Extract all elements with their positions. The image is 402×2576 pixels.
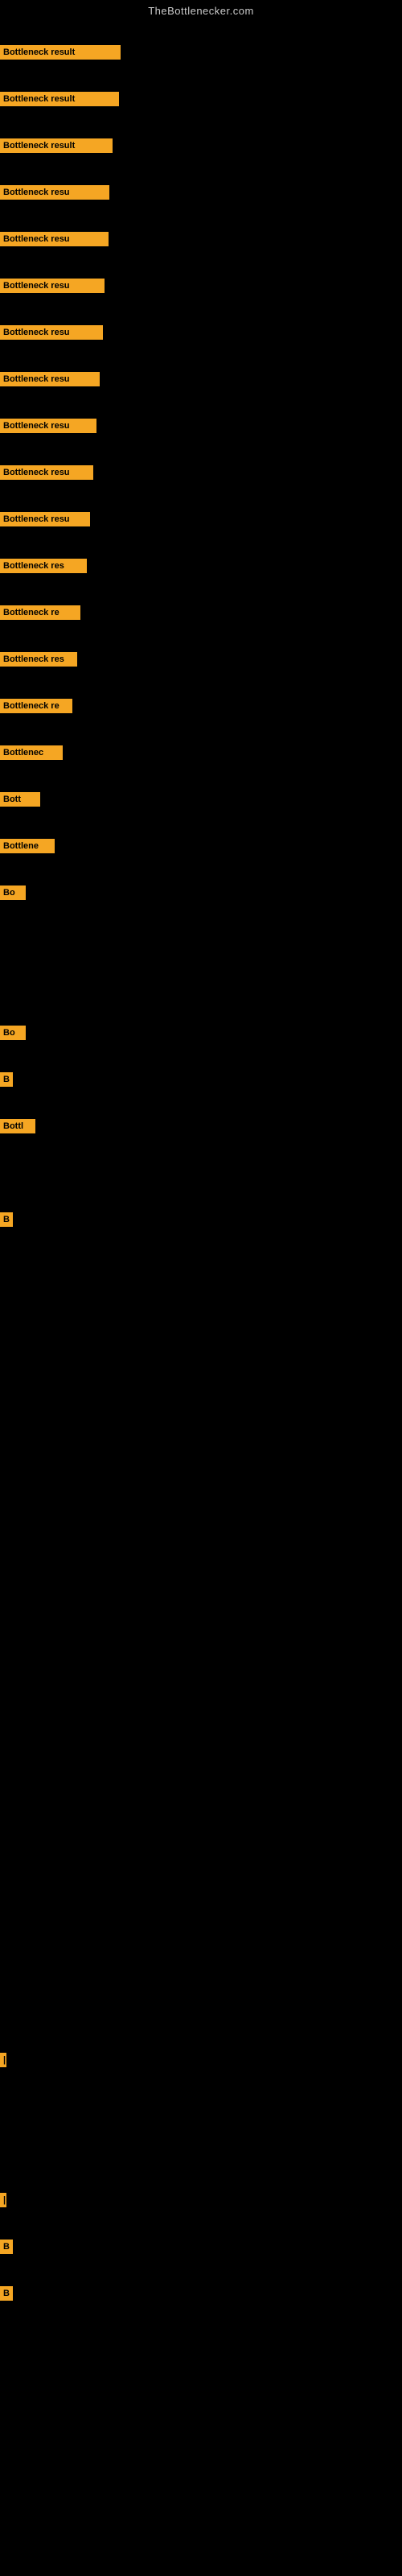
bottleneck-bar-label: Bottl [0, 1119, 35, 1133]
bottleneck-bar-label: Bottleneck resu [0, 419, 96, 433]
bottleneck-bar-label: Bottleneck res [0, 652, 77, 667]
bar-row: B [0, 1072, 13, 1087]
bar-row: Bottleneck resu [0, 232, 109, 246]
bar-row: | [0, 2053, 6, 2067]
bottleneck-bar-label: B [0, 1072, 13, 1087]
bar-row: Bottleneck result [0, 92, 119, 106]
bottleneck-bar-label: Bottleneck res [0, 559, 87, 573]
site-title: TheBottlenecker.com [0, 0, 402, 20]
bar-row: | [0, 2193, 6, 2207]
bar-row: Bottlenec [0, 745, 63, 760]
bar-row: B [0, 1212, 13, 1227]
bottleneck-bar-label: Bottleneck resu [0, 372, 100, 386]
bar-row: Bottleneck resu [0, 419, 96, 433]
bar-row: Bottlene [0, 839, 55, 853]
bar-row: Bott [0, 792, 40, 807]
bar-row: Bottleneck result [0, 45, 121, 60]
bottleneck-bar-label: Bottleneck resu [0, 325, 103, 340]
bar-row: Bottleneck re [0, 605, 80, 620]
bottleneck-bar-label: B [0, 1212, 13, 1227]
bottleneck-bar-label: Bottleneck resu [0, 185, 109, 200]
bottleneck-bar-label: Bottleneck result [0, 45, 121, 60]
bottleneck-bar-label: Bo [0, 886, 26, 900]
bar-row: Bottleneck res [0, 652, 77, 667]
bar-row: Bottleneck res [0, 559, 87, 573]
bar-row: Bottleneck result [0, 138, 113, 153]
bottleneck-bar-label: Bottleneck resu [0, 465, 93, 480]
bar-row: Bottleneck resu [0, 465, 93, 480]
bar-row: B [0, 2240, 13, 2254]
bar-row: B [0, 2286, 13, 2301]
bottleneck-bar-label: Bottleneck re [0, 699, 72, 713]
bottleneck-bar-label: B [0, 2286, 13, 2301]
bottleneck-bar-label: | [0, 2193, 6, 2207]
bar-row: Bo [0, 1026, 26, 1040]
bottleneck-bar-label: Bottlenec [0, 745, 63, 760]
bar-row: Bottleneck resu [0, 279, 105, 293]
bottleneck-bar-label: Bott [0, 792, 40, 807]
bottleneck-bar-label: Bo [0, 1026, 26, 1040]
bottleneck-bar-label: | [0, 2053, 6, 2067]
bar-row: Bottleneck resu [0, 512, 90, 526]
bar-row: Bottleneck re [0, 699, 72, 713]
bottleneck-bar-label: Bottleneck resu [0, 512, 90, 526]
bar-row: Bo [0, 886, 26, 900]
bar-row: Bottleneck resu [0, 372, 100, 386]
bar-row: Bottleneck resu [0, 325, 103, 340]
bottleneck-bar-label: Bottleneck result [0, 138, 113, 153]
bottleneck-bar-label: Bottleneck re [0, 605, 80, 620]
bottleneck-bar-label: B [0, 2240, 13, 2254]
bar-row: Bottl [0, 1119, 35, 1133]
bottleneck-bar-label: Bottleneck resu [0, 232, 109, 246]
bar-row: Bottleneck resu [0, 185, 109, 200]
bottleneck-bar-label: Bottleneck result [0, 92, 119, 106]
bottleneck-bar-label: Bottlene [0, 839, 55, 853]
bottleneck-bar-label: Bottleneck resu [0, 279, 105, 293]
